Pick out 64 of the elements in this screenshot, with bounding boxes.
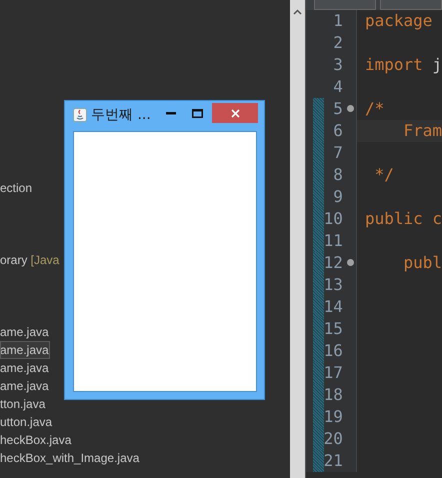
code-line: publ — [402, 253, 442, 272]
line-number: 12 — [324, 252, 343, 274]
line-number: 3 — [333, 54, 343, 76]
line-number: 14 — [324, 296, 343, 318]
line-number: 17 — [324, 362, 343, 384]
code-line: public c — [364, 209, 442, 228]
change-marker — [313, 296, 324, 318]
file-item[interactable]: ame.java — [0, 323, 50, 341]
change-marker — [313, 274, 324, 296]
line-number: 21 — [324, 450, 343, 472]
change-marker — [313, 164, 324, 186]
app-icon — [73, 108, 87, 122]
line-number: 2 — [333, 32, 343, 54]
change-marker — [313, 318, 324, 340]
change-marker — [313, 186, 324, 208]
file-item[interactable]: heckBox.java — [0, 431, 72, 449]
window-title: 두번째 ... — [91, 106, 152, 124]
line-number: 9 — [333, 186, 343, 208]
code-line: Fram — [402, 121, 442, 140]
line-number: 18 — [324, 384, 343, 406]
change-marker — [313, 384, 324, 406]
change-marker — [313, 120, 324, 142]
close-button[interactable] — [212, 103, 258, 123]
line-number: 5 — [333, 98, 343, 120]
fold-icon[interactable] — [346, 105, 354, 112]
change-marker — [313, 428, 324, 450]
code-line: package — [364, 11, 432, 30]
change-marker — [313, 142, 324, 164]
code-line: */ — [374, 165, 394, 184]
line-number: 8 — [333, 164, 343, 186]
change-marker — [313, 208, 324, 230]
file-item[interactable]: heckBox_with_Image.java — [0, 449, 140, 467]
change-marker — [313, 362, 324, 384]
line-number: 7 — [333, 142, 343, 164]
line-number: 13 — [324, 274, 343, 296]
file-item[interactable]: ame.java — [0, 377, 50, 395]
file-item[interactable]: orary [Java — [0, 251, 60, 269]
line-number: 1 — [333, 10, 343, 32]
line-number: 19 — [324, 406, 343, 428]
line-number: 10 — [324, 208, 343, 230]
line-number: 6 — [333, 120, 343, 142]
line-number: 16 — [324, 340, 343, 362]
scroll-up-icon[interactable] — [293, 9, 302, 15]
change-marker — [313, 252, 324, 274]
change-marker — [313, 406, 324, 428]
code-line: import j — [364, 55, 442, 74]
minimize-icon — [166, 112, 176, 114]
change-marker — [313, 230, 324, 252]
file-item[interactable]: utton.java — [0, 413, 54, 431]
line-number: 15 — [324, 318, 343, 340]
fold-icon[interactable] — [346, 259, 354, 266]
line-number: 20 — [324, 428, 343, 450]
code-line: /* — [364, 99, 384, 118]
change-marker — [313, 450, 324, 472]
line-number: 4 — [333, 76, 343, 98]
close-icon — [230, 108, 240, 118]
file-item[interactable]: ame.java — [0, 341, 50, 359]
file-item[interactable]: ame.java — [0, 359, 50, 377]
change-marker — [313, 98, 324, 120]
file-item[interactable]: tton.java — [0, 395, 46, 413]
file-item[interactable]: ection — [0, 179, 34, 197]
line-number: 11 — [324, 230, 343, 252]
change-marker — [313, 340, 324, 362]
maximize-icon — [192, 108, 202, 118]
